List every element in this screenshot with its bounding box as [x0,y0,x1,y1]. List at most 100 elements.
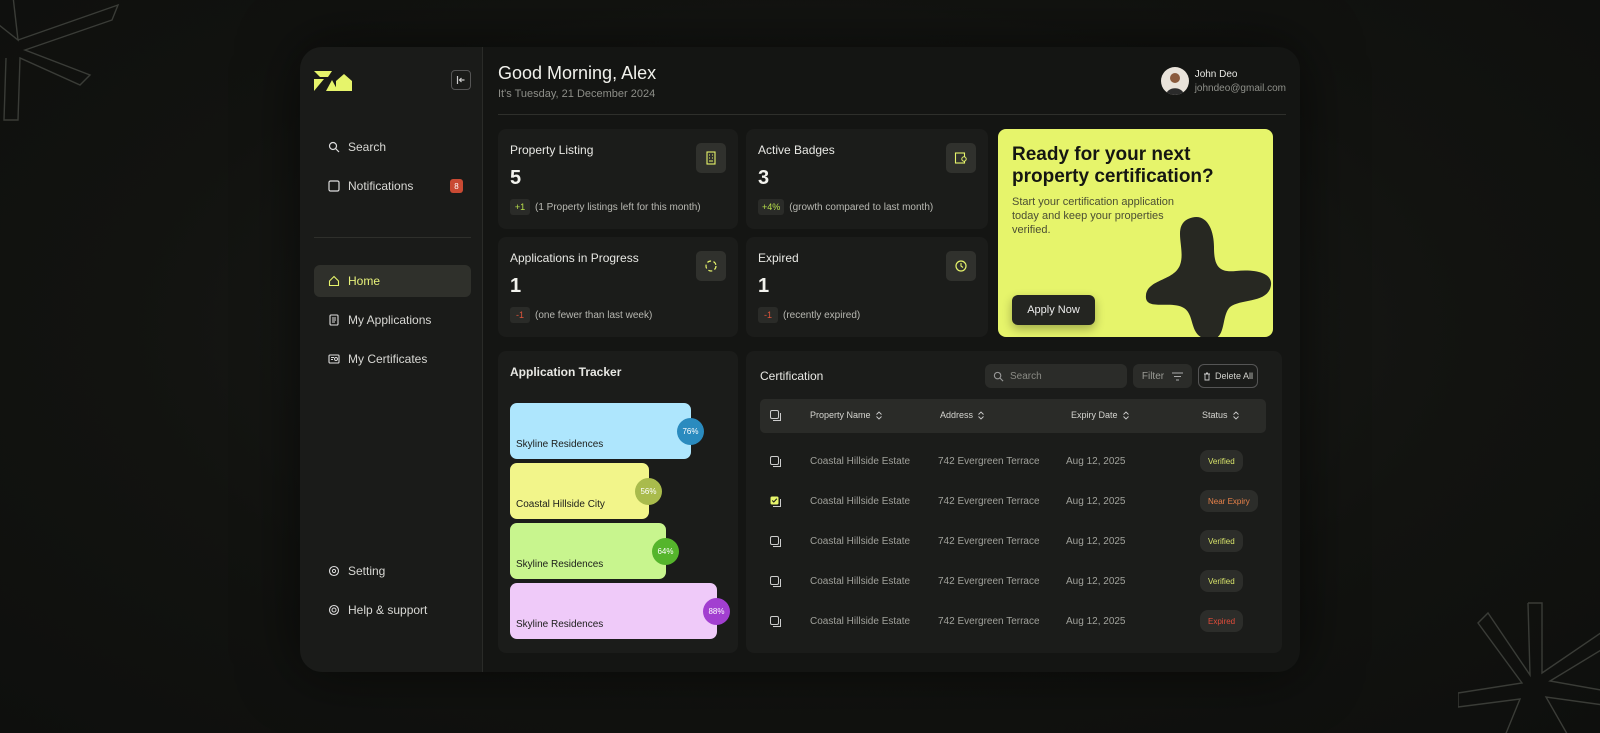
home-icon [328,275,340,287]
row-checkbox[interactable] [770,456,781,467]
address-cell: 742 Evergreen Terrace [938,616,1040,627]
collapse-icon [456,76,465,84]
tracker-percent-badge: 64% [652,538,679,565]
apply-now-button[interactable]: Apply Now [1012,295,1095,325]
tracker-percent-badge: 76% [677,418,704,445]
sidebar-item-label: My Certificates [348,352,428,366]
tracker-bar[interactable]: Skyline Residences 88% [510,583,730,639]
stat-value: 1 [758,275,770,297]
user-profile[interactable]: John Deo johndeo@gmail.com [1160,67,1286,95]
row-checkbox[interactable] [770,576,781,587]
property-name-cell: Coastal Hillside Estate [810,456,911,467]
stat-note: (1 Property listings left for this month… [535,201,701,213]
sidebar-item-label: Notifications [348,179,414,193]
badge-icon [946,143,976,173]
stat-change-chip: -1 [510,307,530,323]
certificate-icon [328,353,340,365]
notification-count-badge: 8 [450,179,463,193]
sidebar-item-label: Help & support [348,603,428,617]
property-name-cell: Coastal Hillside Estate [810,496,911,507]
expiry-date-cell: Aug 12, 2025 [1066,576,1126,587]
column-header-status[interactable]: Status [1202,410,1239,420]
sidebar-item-label: Setting [348,564,386,578]
sidebar-item-home[interactable]: Home [314,265,471,297]
column-header-property-name[interactable]: Property Name [810,410,882,420]
sidebar-item-notifications[interactable]: Notifications 8 [314,170,471,202]
expired-clock-icon [946,251,976,281]
table-header: Property Name Address Expiry Date Status [760,399,1266,433]
stat-change-chip: +1 [510,199,530,215]
sort-icon [875,410,882,420]
expiry-date-cell: Aug 12, 2025 [1066,616,1126,627]
sort-icon [1232,410,1239,420]
stat-change-chip: +4% [758,199,785,215]
address-cell: 742 Evergreen Terrace [938,576,1040,587]
decorative-blob-icon [1145,217,1272,337]
table-row[interactable]: Coastal Hillside Estate 742 Evergreen Ter… [760,607,1266,637]
gear-icon [328,565,340,577]
status-badge: Verified [1200,530,1243,552]
select-all-checkbox[interactable] [770,410,781,421]
progress-icon [696,251,726,281]
building-icon [696,143,726,173]
user-email: johndeo@gmail.com [1194,82,1286,94]
filter-icon [1172,371,1184,381]
column-header-expiry-date[interactable]: Expiry Date [1071,410,1129,420]
app-window: Search Notifications 8 Home My Applicati… [300,47,1300,672]
property-name-cell: Coastal Hillside Estate [810,616,911,627]
filter-button[interactable]: Filter [1133,364,1192,388]
status-badge: Expired [1200,610,1244,632]
table-row[interactable]: Coastal Hillside Estate 742 Evergreen Ter… [760,487,1266,517]
row-checkbox[interactable] [770,616,781,627]
stat-card-active-badges: Active Badges 3 +4% (growth compared to l… [746,129,988,229]
sidebar-item-label: My Applications [348,313,432,327]
stat-title: Property Listing [510,143,594,157]
tracker-bar[interactable]: Coastal Hillside City 56% [510,463,662,519]
tracker-bar-label: Skyline Residences [516,559,604,570]
stat-value: 5 [510,167,522,189]
property-name-cell: Coastal Hillside Estate [810,536,911,547]
stat-note: (one fewer than last week) [535,309,653,321]
promo-title: Ready for your next property certificati… [1012,144,1214,187]
sidebar-item-label: Home [348,274,381,288]
logo-icon [314,71,352,91]
sidebar-item-setting[interactable]: Setting [314,555,471,587]
page-title: Good Morning, Alex [498,63,657,83]
sort-icon [1122,410,1129,420]
property-name-cell: Coastal Hillside Estate [810,576,911,587]
row-checkbox[interactable] [770,496,781,507]
column-header-address[interactable]: Address [940,410,984,420]
stat-card-property-listing: Property Listing 5 +1 (1 Property listing… [498,129,738,229]
sidebar-divider [314,237,471,238]
stat-change-chip: -1 [758,307,778,323]
sidebar-item-help-support[interactable]: Help & support [314,594,471,626]
table-row[interactable]: Coastal Hillside Estate 742 Evergreen Ter… [760,567,1266,597]
header-divider [498,114,1286,115]
expiry-date-cell: Aug 12, 2025 [1066,536,1126,547]
delete-all-label: Delete All [1214,371,1254,381]
stat-title: Active Badges [758,143,835,157]
sidebar-item-my-certificates[interactable]: My Certificates [314,343,471,375]
collapse-sidebar-button[interactable] [451,70,471,90]
certification-search-input[interactable]: Search [985,364,1127,388]
delete-all-button[interactable]: Delete All [1198,364,1258,388]
stat-note: (growth compared to last month) [789,201,934,213]
stat-note: (recently expired) [783,309,861,321]
table-row[interactable]: Coastal Hillside Estate 742 Evergreen Ter… [760,447,1266,477]
tracker-bar-label: Skyline Residences [516,619,604,630]
trash-icon [1203,372,1211,381]
sidebar-item-search[interactable]: Search [314,131,471,163]
filter-label: Filter [1141,370,1165,382]
certification-promo-card: Ready for your next property certificati… [998,129,1273,337]
tracker-bar[interactable]: Skyline Residences 64% [510,523,679,579]
search-icon [328,141,340,153]
row-checkbox[interactable] [770,536,781,547]
current-date: It's Tuesday, 21 December 2024 [498,88,656,100]
sidebar-item-my-applications[interactable]: My Applications [314,304,471,336]
tracker-bar[interactable]: Skyline Residences 76% [510,403,704,459]
stat-card-expired: Expired 1 -1 (recently expired) [746,237,988,337]
application-tracker-card: Application Tracker Skyline Residences 76… [498,351,738,653]
certification-title: Certification [760,369,824,383]
help-icon [328,604,340,616]
table-row[interactable]: Coastal Hillside Estate 742 Evergreen Ter… [760,527,1266,557]
